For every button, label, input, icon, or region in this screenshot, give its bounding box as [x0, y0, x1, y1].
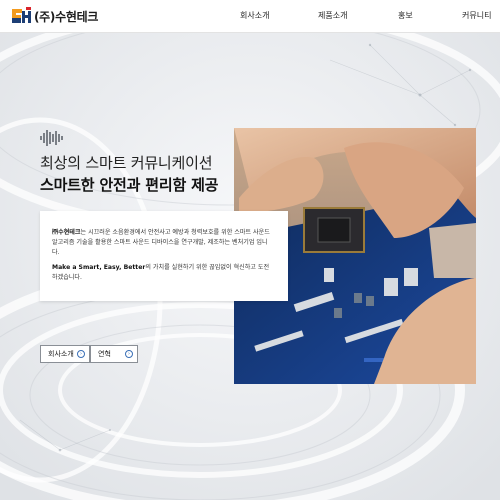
- sound-wave-icon: [40, 130, 63, 146]
- hero-subheadline: 스마트한 안전과 편리함 제공: [40, 176, 219, 194]
- nav-item-community[interactable]: 커뮤니티: [462, 10, 491, 21]
- slogan-paragraph: Make a Smart, Easy, Better의 가치를 실현하기 위한 …: [52, 263, 274, 283]
- nav-item-company[interactable]: 회사소개: [240, 10, 269, 21]
- nav-item-products[interactable]: 제품소개: [318, 10, 347, 21]
- intro-text: 는 시끄러운 소음환경에서 안전사고 예방과 청력보호를 위한 스마트 사운드 …: [52, 229, 270, 256]
- intro-card: ㈜수현테크는 시끄러운 소음환경에서 안전사고 예방과 청력보호를 위한 스마트…: [40, 211, 288, 301]
- intro-paragraph: ㈜수현테크는 시끄러운 소음환경에서 안전사고 예방과 청력보호를 위한 스마트…: [52, 228, 274, 258]
- main-nav: 회사소개 제품소개 홍보 커뮤니티: [0, 10, 500, 24]
- history-button-label: 연혁: [98, 350, 111, 358]
- circle-arrow-icon: ›: [125, 350, 133, 358]
- history-button[interactable]: 연혁 ›: [90, 345, 138, 363]
- nav-item-pr[interactable]: 홍보: [398, 10, 413, 21]
- site-header: (주)수현테크 회사소개 제품소개 홍보 커뮤니티: [0, 0, 500, 33]
- circle-arrow-icon: ›: [77, 350, 85, 358]
- slogan: Make a Smart, Easy, Better: [52, 264, 146, 271]
- company-name: ㈜수현테크: [52, 229, 81, 236]
- company-intro-button-label: 회사소개: [48, 350, 74, 358]
- company-intro-button[interactable]: 회사소개 ›: [40, 345, 90, 363]
- hero-headline: 최상의 스마트 커뮤니케이션: [40, 154, 213, 172]
